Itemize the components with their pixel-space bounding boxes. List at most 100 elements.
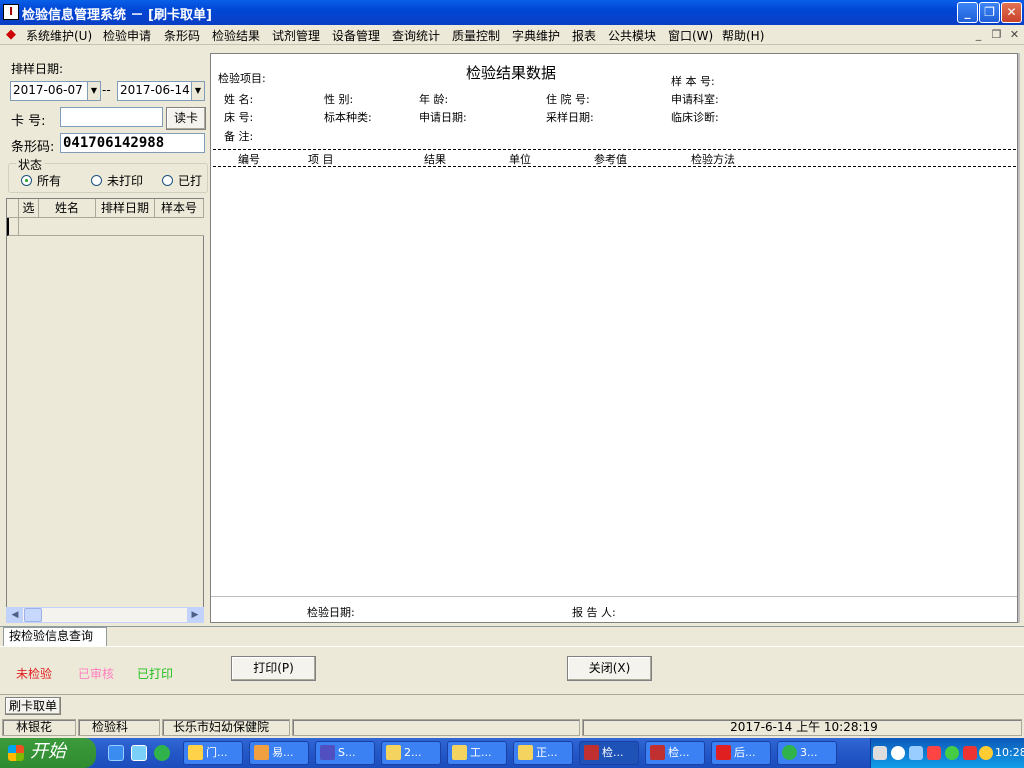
mdi-child-icon[interactable]: ◆ xyxy=(3,27,19,43)
menu-common[interactable]: 公共模块 xyxy=(608,27,656,44)
date-from-value: 2017-06-07 xyxy=(13,83,83,97)
menu-test-result[interactable]: 检验结果 xyxy=(212,27,260,44)
task-item-6[interactable]: 正... xyxy=(513,741,573,765)
scroll-right-icon[interactable]: ▶ xyxy=(187,608,203,622)
network-alert-icon[interactable] xyxy=(927,746,941,760)
barcode-input[interactable]: 041706142988 xyxy=(60,133,205,153)
col-item: 项 目 xyxy=(308,153,334,166)
task-item-5[interactable]: 工... xyxy=(447,741,507,765)
close-button[interactable]: 关闭(X) xyxy=(567,656,652,681)
grid-header-date[interactable]: 排样日期 xyxy=(96,199,155,218)
form-tab-card-fetch[interactable]: 刷卡取单 xyxy=(5,697,61,715)
grid-row-indicator[interactable] xyxy=(7,218,19,236)
task-item-9[interactable]: 后... xyxy=(711,741,771,765)
field-gender: 性 别: xyxy=(324,93,354,106)
col-result: 结果 xyxy=(424,153,446,166)
legend-printed: 已打印 xyxy=(137,667,174,681)
field-test-item: 检验项目: xyxy=(218,72,266,85)
header-divider-top xyxy=(213,149,1016,150)
tab-query-by-test-info[interactable]: 按检验信息查询 xyxy=(3,627,107,646)
quicklaunch-media-icon[interactable] xyxy=(131,745,147,761)
status-radio-printed[interactable] xyxy=(162,175,173,186)
field-collect-date: 采样日期: xyxy=(546,111,594,124)
grid-header-select[interactable]: 选 xyxy=(19,199,39,218)
legend-untested: 未检验 xyxy=(16,667,53,681)
footer-divider xyxy=(211,596,1017,597)
grid-header-name[interactable]: 姓名 xyxy=(39,199,96,218)
grid-header-sample-no[interactable]: 样本号 xyxy=(155,199,204,218)
task-item-3[interactable]: S... xyxy=(315,741,375,765)
window-title: 检验信息管理系统 － [刷卡取单] xyxy=(22,8,212,23)
field-sample-no: 样 本 号: xyxy=(671,75,715,88)
barcode-label: 条形码: xyxy=(11,140,55,155)
qq-icon[interactable] xyxy=(963,746,977,760)
menu-system[interactable]: 系统维护(U) xyxy=(26,27,92,44)
task-item-2[interactable]: 易... xyxy=(249,741,309,765)
task-item-8[interactable]: 检... xyxy=(645,741,705,765)
plus-icon[interactable] xyxy=(979,746,993,760)
field-age: 年 龄: xyxy=(419,93,449,106)
field-bed: 床 号: xyxy=(224,111,254,124)
close-window-button[interactable]: ✕ xyxy=(1001,2,1022,23)
task-label: 工... xyxy=(470,746,492,759)
sample-grid[interactable]: 选 姓名 排样日期 样本号 xyxy=(6,198,204,623)
network-icon[interactable] xyxy=(909,746,923,760)
status-unprinted-label[interactable]: 未打印 xyxy=(107,172,143,189)
task-label: S... xyxy=(338,746,356,759)
menu-dictionary[interactable]: 字典维护 xyxy=(512,27,560,44)
menu-query[interactable]: 查询统计 xyxy=(392,27,440,44)
col-unit: 单位 xyxy=(509,153,531,166)
folder-icon xyxy=(518,745,533,760)
title-bar[interactable]: I 检验信息管理系统 － [刷卡取单] _ ❐ ✕ xyxy=(0,0,1024,25)
dropdown-arrow-icon[interactable]: ▼ xyxy=(191,82,204,100)
task-item-7[interactable]: 检... xyxy=(579,741,639,765)
task-label: 后... xyxy=(734,746,756,759)
keyboard-icon[interactable] xyxy=(873,746,887,760)
scroll-thumb[interactable] xyxy=(24,608,42,622)
status-radio-unprinted[interactable] xyxy=(91,175,102,186)
dropdown-arrow-icon[interactable]: ▼ xyxy=(87,82,100,100)
grid-horizontal-scrollbar[interactable]: ◀ ▶ xyxy=(6,607,204,623)
tray-expand-icon[interactable] xyxy=(891,746,905,760)
status-radio-all[interactable] xyxy=(21,175,32,186)
field-dept: 申请科室: xyxy=(671,93,719,106)
menu-quality[interactable]: 质量控制 xyxy=(452,27,500,44)
app-icon[interactable]: I xyxy=(3,4,19,20)
quicklaunch-ie-icon[interactable] xyxy=(108,745,124,761)
status-all-label[interactable]: 所有 xyxy=(37,172,61,189)
date-from-picker[interactable]: 2017-06-07 ▼ xyxy=(10,81,101,101)
menu-test-apply[interactable]: 检验申请 xyxy=(103,27,151,44)
date-separator: -- xyxy=(102,83,111,97)
minimize-button[interactable]: _ xyxy=(957,2,978,23)
mdi-restore-button[interactable]: ❐ xyxy=(989,28,1004,42)
menu-barcode[interactable]: 条形码 xyxy=(164,27,200,44)
status-dept: 检验科 xyxy=(78,719,160,736)
table-row[interactable] xyxy=(19,218,204,236)
card-input[interactable] xyxy=(60,107,163,127)
scroll-left-icon[interactable]: ◀ xyxy=(7,608,23,622)
task-item-10[interactable]: 3... xyxy=(777,741,837,765)
clock[interactable]: 10:28 xyxy=(995,746,1024,759)
menu-report[interactable]: 报表 xyxy=(572,27,596,44)
task-label: 2... xyxy=(404,746,422,759)
red-cross-icon xyxy=(716,745,731,760)
status-printed-label[interactable]: 已打 xyxy=(178,172,202,189)
read-card-button[interactable]: 读卡 xyxy=(166,107,206,130)
print-button[interactable]: 打印(P) xyxy=(231,656,316,681)
menu-reagent[interactable]: 试剂管理 xyxy=(272,27,320,44)
mdi-close-button[interactable]: ✕ xyxy=(1007,28,1022,42)
task-item-4[interactable]: 2... xyxy=(381,741,441,765)
mdi-minimize-button[interactable]: _ xyxy=(971,28,986,42)
menu-window[interactable]: 窗口(W) xyxy=(668,27,713,44)
quicklaunch-browser-icon[interactable] xyxy=(154,745,170,761)
menu-equipment[interactable]: 设备管理 xyxy=(332,27,380,44)
restore-button[interactable]: ❐ xyxy=(979,2,1000,23)
menu-help[interactable]: 帮助(H) xyxy=(722,27,764,44)
tab-strip-line xyxy=(0,626,1024,627)
field-name: 姓 名: xyxy=(224,93,254,106)
app-icon xyxy=(320,745,335,760)
security-icon[interactable] xyxy=(945,746,959,760)
start-button[interactable]: 开始 xyxy=(0,738,96,768)
task-item-1[interactable]: 门... xyxy=(183,741,243,765)
date-to-picker[interactable]: 2017-06-14 ▼ xyxy=(117,81,205,101)
